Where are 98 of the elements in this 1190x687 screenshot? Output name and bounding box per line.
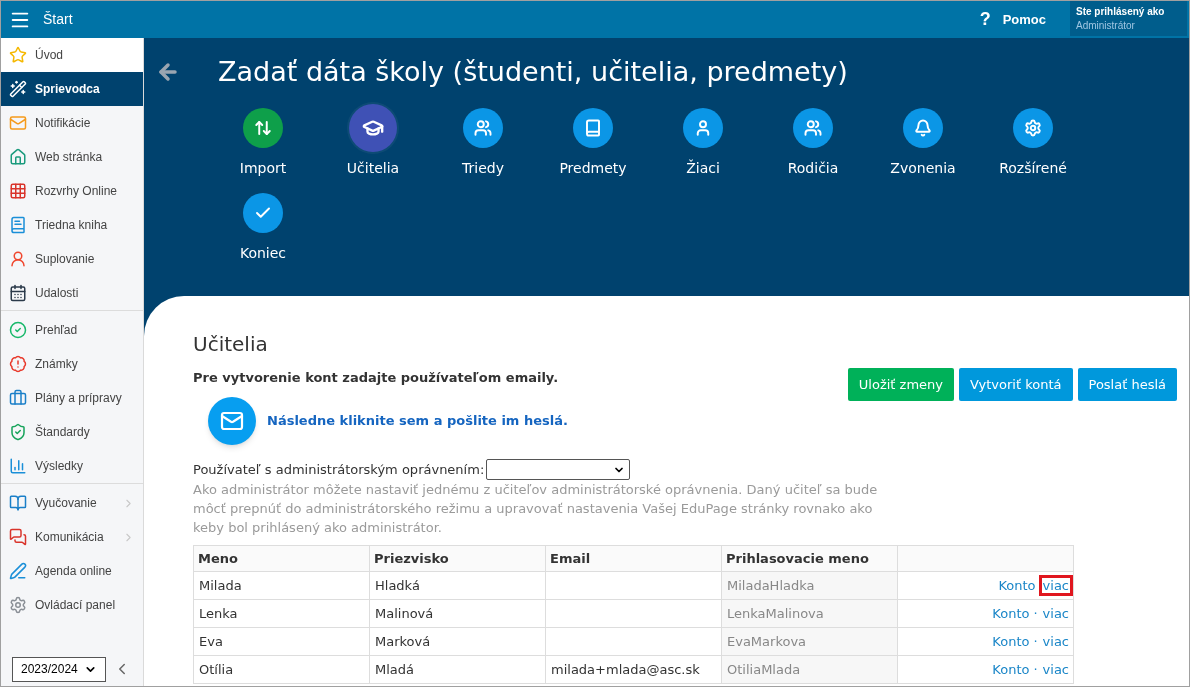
send-passwords-link[interactable]: Následne kliknite sem a pošlite im heslá. [267,411,568,431]
grade-icon [9,355,27,373]
calendar-icon [9,284,27,302]
instruction-text: Pre vytvorenie kont zadajte používateľom emaily. [193,369,560,387]
sidebar-item[interactable]: Triedna kniha [1,208,143,242]
table-cell[interactable]: Lenka [193,599,370,628]
sidebar-item[interactable]: Prehľad [1,313,143,347]
admin-select[interactable] [486,459,631,480]
table-cell[interactable]: Marková [369,627,546,656]
help-link[interactable]: Pomoc [1002,9,1046,30]
wizard-step[interactable]: Rodičia [758,102,868,179]
settings-icon [1024,119,1042,137]
separator-dot: · [1032,661,1039,677]
admin-label: Používateľ s administrátorským oprávnením: [193,460,485,479]
table-cell: LenkaMalinova [721,599,898,628]
sidebar-item[interactable]: Sprievodca [1,72,143,106]
briefcase-icon [9,389,27,407]
sidebar-item[interactable]: Agenda online [1,554,143,588]
chat-bubbles-icon [9,528,27,546]
more-link[interactable]: viac [1041,577,1070,593]
envelope-icon [220,409,244,433]
column-header: Email [545,545,722,572]
account-link[interactable]: Konto [992,605,1030,621]
wizard-step[interactable]: Triedy [428,102,538,179]
sidebar-item[interactable]: Štandardy [1,415,143,449]
people-icon [474,119,492,137]
wizard-step[interactable]: Zvonenia [868,102,978,179]
sidebar-item[interactable]: Známky [1,347,143,381]
check-circle-icon [9,321,27,339]
column-header: Meno [193,545,370,572]
account-link[interactable]: Konto [998,577,1036,593]
year-select[interactable]: 2023/2024 [12,656,106,682]
table-cell[interactable]: Hladká [369,571,546,600]
user-name: Administrátor [1076,18,1136,33]
open-book-icon [9,494,27,512]
wizard-step[interactable]: Koniec [208,187,318,264]
table-cell[interactable]: Malinová [369,599,546,628]
parents-icon [804,119,822,137]
user-label: Ste prihlásený ako [1076,4,1166,19]
table-cell[interactable] [545,599,722,628]
section-title: Učitelia [193,331,269,358]
sidebar-item[interactable]: Rozvrhy Online [1,174,143,208]
more-link[interactable]: viac [1041,661,1070,677]
sidebar-item[interactable]: Plány a prípravy [1,381,143,415]
sidebar-item[interactable]: Notifikácie [1,106,143,140]
sidebar-item[interactable]: Suplovanie [1,242,143,276]
bar-chart-icon [9,457,27,475]
send-mail-button[interactable] [208,397,256,445]
more-link[interactable]: viac [1041,605,1070,621]
table-cell[interactable]: Eva [193,627,370,656]
shield-check-icon [9,423,27,441]
sidebar-item[interactable]: Web stránka [1,140,143,174]
column-header: Prihlasovacie meno [721,545,898,572]
table-cell[interactable]: Otília [193,655,370,684]
table-cell: MiladaHladka [721,571,898,600]
sidebar-item[interactable]: Vyučovanie [1,486,143,520]
gear-icon [9,596,27,614]
bell-icon [914,119,932,137]
wizard-step[interactable]: Import [208,102,318,179]
column-header: Priezvisko [369,545,546,572]
table-cell[interactable]: milada+mlada@asc.sk [545,655,722,684]
magic-wand-icon [9,80,27,98]
admin-help-text: Ako administrátor môžete nastaviť jednému z učiteľov administrátorské oprávnenia. Daný učiteľ sa bude môcť prepnúť do administrátorského režimu a upravovať nastavenia Vašej EduPage stránky rovnako ako keby bol prihlásený ako administrátor. [193,481,879,537]
notebook-icon [9,216,27,234]
table-cell[interactable] [545,571,722,600]
sidebar-item[interactable]: Úvod [1,38,143,72]
wizard-step[interactable]: Žiaci [648,102,758,179]
page-title: Zadať dáta školy (študenti, učitelia, predmety) [218,55,849,89]
account-link[interactable]: Konto [992,633,1030,649]
timetable-icon [9,182,27,200]
separator-dot: · [1032,605,1039,621]
app-title[interactable]: Štart [43,9,73,30]
table-cell[interactable] [545,627,722,656]
more-link[interactable]: viac [1041,633,1070,649]
graduation-cap-icon [362,117,384,139]
table-cell: EvaMarkova [721,627,898,656]
wizard-step[interactable]: Rozšírené [978,102,1088,179]
table-cell[interactable]: Milada [193,571,370,600]
star-icon [9,46,27,64]
wizard-step[interactable]: Predmety [538,102,648,179]
house-icon [9,148,27,166]
sidebar-item[interactable]: Výsledky [1,449,143,483]
pen-icon [9,562,27,580]
help-button[interactable]: ? [979,6,991,33]
account-link[interactable]: Konto [992,661,1030,677]
up-down-arrows-icon [254,119,272,137]
sidebar-item[interactable]: Udalosti [1,276,143,310]
person-icon [694,119,712,137]
separator-dot: · [1032,633,1039,649]
user-box[interactable]: Ste prihlásený ako Administrátor [1070,1,1187,36]
person-icon [9,250,27,268]
book-icon [584,119,602,137]
table-cell: OtiliaMlada [721,655,898,684]
envelope-icon [9,114,27,132]
table-cell[interactable]: Mladá [369,655,546,684]
wizard-step[interactable]: Učitelia [318,102,428,179]
sidebar-item[interactable]: Ovládací panel [1,588,143,622]
sidebar-item[interactable]: Komunikácia [1,520,143,554]
